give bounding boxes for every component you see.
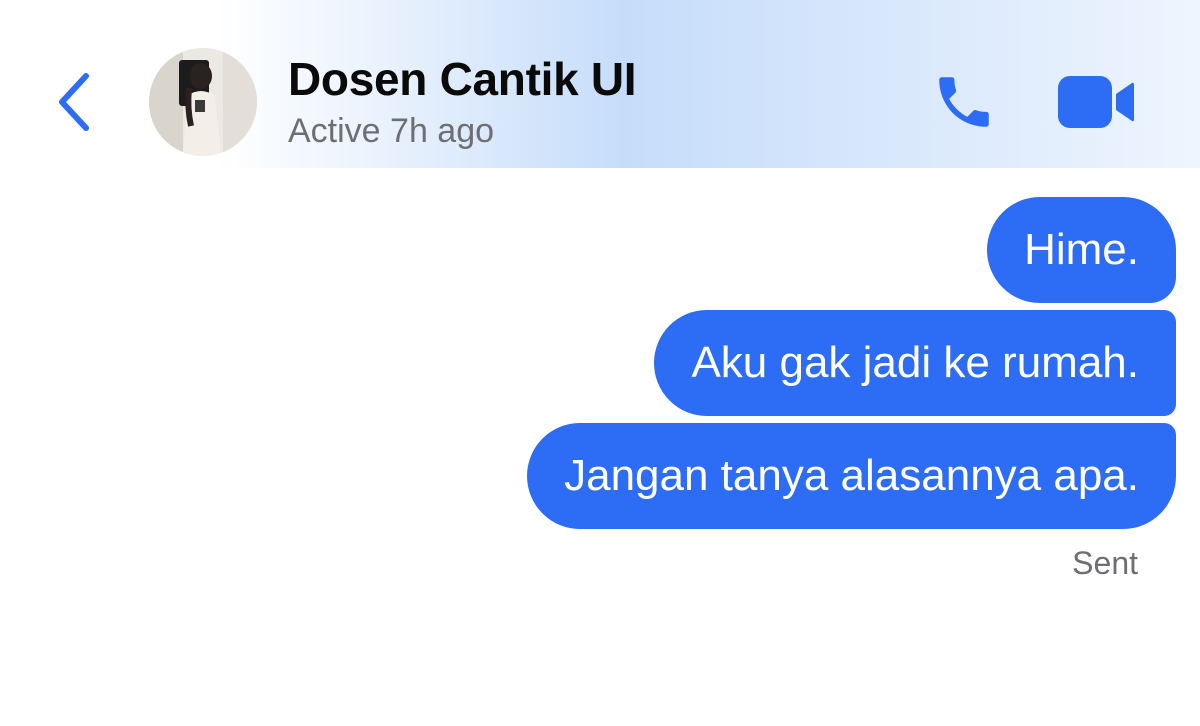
contact-name[interactable]: Dosen Cantik UI — [288, 52, 637, 106]
video-call-button[interactable] — [1050, 64, 1142, 140]
back-button[interactable] — [44, 62, 108, 142]
delivery-status: Sent — [1072, 545, 1138, 581]
chat-header: Dosen Cantik UI Active 7h ago — [0, 0, 1200, 168]
video-camera-icon — [1058, 76, 1134, 128]
chevron-left-icon — [59, 73, 89, 131]
avatar[interactable] — [149, 48, 257, 156]
message-bubble[interactable]: Hime. — [987, 197, 1176, 303]
active-status: Active 7h ago — [288, 112, 495, 150]
message-bubble[interactable]: Aku gak jadi ke rumah. — [654, 310, 1176, 416]
voice-call-button[interactable] — [926, 64, 1002, 140]
message-bubble[interactable]: Jangan tanya alasannya apa. — [527, 423, 1176, 529]
phone-icon — [939, 77, 989, 127]
chat-screen: Dosen Cantik UI Active 7h ago Hime. Aku … — [0, 0, 1200, 726]
avatar-photo — [149, 48, 257, 156]
